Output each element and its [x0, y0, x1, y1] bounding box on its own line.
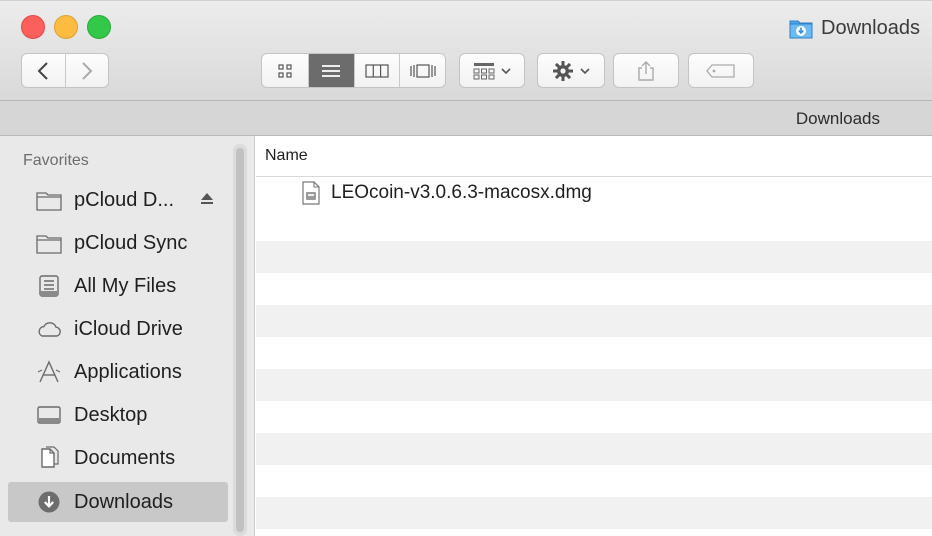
- downloads-folder-icon: [789, 20, 813, 39]
- folder-icon: [36, 192, 62, 211]
- list-row-empty: [256, 273, 932, 305]
- list-row-empty: [256, 241, 932, 273]
- downloads-icon: [38, 491, 60, 513]
- sidebar-scrollbar[interactable]: [233, 144, 247, 536]
- sidebar-item-pcloud-drive[interactable]: pCloud D...: [8, 180, 228, 220]
- list-row-empty: [256, 209, 932, 241]
- list-view-icon: [322, 64, 341, 77]
- action-button[interactable]: [537, 53, 605, 88]
- chevron-left-icon: [38, 61, 49, 80]
- sidebar-item-all-my-files[interactable]: All My Files: [8, 266, 228, 306]
- tag-icon: [706, 63, 735, 78]
- sidebar-item-pcloud-sync[interactable]: pCloud Sync: [8, 223, 228, 263]
- chevron-down-icon: [580, 67, 590, 74]
- window-toolbar: Downloads: [0, 0, 932, 100]
- documents-icon: [41, 446, 59, 468]
- list-row-empty: [256, 369, 932, 401]
- list-row-empty: [256, 305, 932, 337]
- window-title: Downloads: [789, 15, 920, 41]
- file-rows: LEOcoin-v3.0.6.3-macosx.dmg: [256, 177, 932, 529]
- sidebar-item-icloud-drive[interactable]: iCloud Drive: [8, 309, 228, 349]
- disk-image-icon: [302, 181, 320, 205]
- icon-view-button[interactable]: [262, 54, 308, 87]
- sidebar-item-label: Documents: [74, 446, 176, 469]
- sidebar-item-label: Applications: [74, 360, 182, 383]
- sidebar-section-favorites: Favorites: [23, 152, 89, 169]
- chevron-right-icon: [82, 61, 93, 80]
- sidebar-item-downloads[interactable]: Downloads: [8, 482, 228, 522]
- sidebar-item-label: pCloud Sync: [74, 231, 188, 254]
- file-name: LEOcoin-v3.0.6.3-macosx.dmg: [331, 182, 592, 203]
- cover-flow-button[interactable]: [399, 54, 445, 87]
- sidebar-item-label: iCloud Drive: [74, 317, 183, 340]
- arrange-grid-icon: [473, 62, 495, 79]
- sidebar-item-label: All My Files: [74, 274, 177, 297]
- eject-icon[interactable]: [198, 190, 216, 208]
- file-row[interactable]: LEOcoin-v3.0.6.3-macosx.dmg: [256, 177, 932, 209]
- cloud-icon: [38, 322, 61, 337]
- folder-icon: [36, 235, 62, 254]
- edit-tags-button[interactable]: [688, 53, 754, 88]
- list-row-empty: [256, 337, 932, 369]
- sidebar: Favorites pCloud D... pCloud Sync All My…: [0, 136, 255, 536]
- applications-icon: [37, 360, 61, 383]
- list-row-empty: [256, 497, 932, 529]
- share-button[interactable]: [613, 53, 679, 88]
- list-row-empty: [256, 465, 932, 497]
- column-view-button[interactable]: [353, 54, 400, 87]
- gear-icon: [553, 60, 573, 81]
- list-view-button[interactable]: [307, 54, 354, 87]
- share-icon: [638, 60, 654, 81]
- sidebar-item-label: Desktop: [74, 403, 148, 426]
- icon-view-icon: [278, 63, 292, 78]
- view-mode-control: [261, 53, 446, 88]
- sidebar-item-desktop[interactable]: Desktop: [8, 395, 228, 435]
- list-row-empty: [256, 401, 932, 433]
- path-bar-label[interactable]: Downloads: [796, 109, 880, 129]
- column-view-icon: [365, 63, 389, 78]
- close-window-button[interactable]: [21, 15, 45, 39]
- navigation-buttons: [21, 53, 109, 88]
- window-title-text: Downloads: [821, 16, 920, 39]
- forward-button[interactable]: [64, 54, 108, 87]
- back-button[interactable]: [22, 54, 65, 87]
- file-list: Name LEOcoin-v3.0.6.3-macosx.dmg: [256, 136, 932, 536]
- arrange-button[interactable]: [459, 53, 525, 88]
- chevron-down-icon: [501, 67, 511, 74]
- column-header-label: Name: [265, 147, 308, 164]
- sidebar-item-documents[interactable]: Documents: [8, 438, 228, 478]
- sidebar-item-label: Downloads: [74, 490, 173, 513]
- cover-flow-icon: [410, 63, 436, 78]
- sidebar-item-applications[interactable]: Applications: [8, 352, 228, 392]
- zoom-window-button[interactable]: [87, 15, 111, 39]
- path-bar: Downloads: [0, 100, 932, 136]
- minimize-window-button[interactable]: [54, 15, 78, 39]
- column-header-name[interactable]: Name: [256, 136, 932, 177]
- list-row-empty: [256, 433, 932, 465]
- all-files-icon: [39, 275, 59, 297]
- desktop-icon: [37, 406, 61, 424]
- sidebar-item-label: pCloud D...: [74, 188, 175, 211]
